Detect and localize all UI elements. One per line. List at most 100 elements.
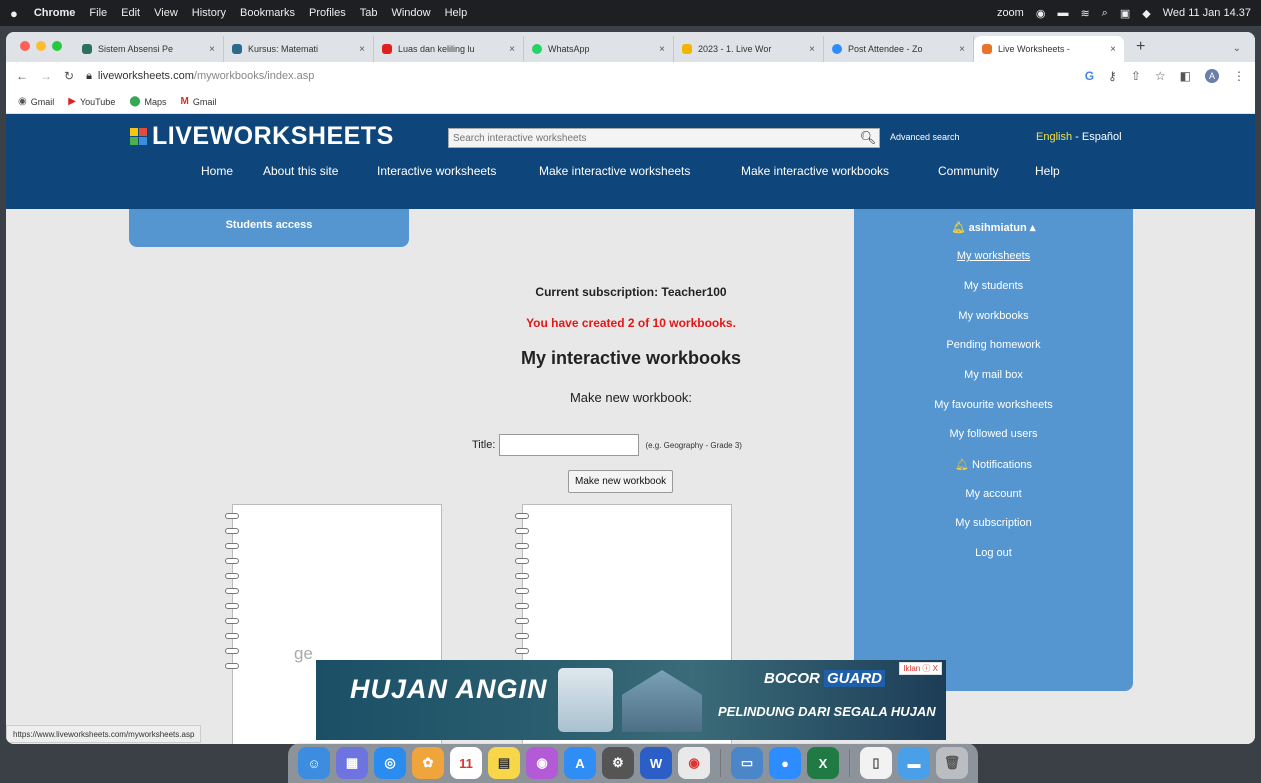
sidepanel-icon[interactable]: ◧	[1180, 69, 1191, 83]
profile-avatar-icon[interactable]: A	[1205, 69, 1219, 83]
sidebar-followed-users[interactable]: My followed users	[854, 428, 1133, 440]
nav-about[interactable]: About this site	[263, 164, 338, 178]
advanced-search-link[interactable]: Advanced search	[890, 132, 960, 142]
launchpad-icon[interactable]: ▦	[336, 747, 368, 779]
new-tab-icon[interactable]: +	[1136, 38, 1145, 56]
chrome-icon[interactable]: ◉	[678, 747, 710, 779]
tab-close-icon[interactable]: ×	[809, 44, 815, 55]
lang-spanish-link[interactable]: Español	[1082, 131, 1122, 143]
menu-edit[interactable]: Edit	[121, 7, 140, 19]
spotlight-icon[interactable]: ⌕	[1102, 7, 1108, 20]
tab-whatsapp[interactable]: WhatsApp ×	[524, 36, 674, 62]
ad-banner[interactable]: HUJAN ANGIN BOCOR GUARD PELINDUNG DARI S…	[316, 660, 946, 740]
preview-icon[interactable]: ▭	[731, 747, 763, 779]
sidebar-favourite-worksheets[interactable]: My favourite worksheets	[854, 399, 1133, 411]
system-settings-icon[interactable]: ⚙	[602, 747, 634, 779]
make-new-workbook-button[interactable]: Make new workbook	[568, 470, 674, 493]
menu-file[interactable]: File	[89, 7, 107, 19]
safari-icon[interactable]: ◎	[374, 747, 406, 779]
bookmark-youtube[interactable]: ▶ YouTube	[68, 96, 115, 107]
nav-make-worksheets[interactable]: Make interactive worksheets	[539, 164, 690, 178]
sidebar-my-workbooks[interactable]: My workbooks	[854, 310, 1133, 322]
tab-close-icon[interactable]: ×	[359, 44, 365, 55]
calendar-icon[interactable]: 11	[450, 747, 482, 779]
key-icon[interactable]: ⚷	[1108, 69, 1117, 83]
tab-kursus-matematika[interactable]: Kursus: Matemati ×	[224, 36, 374, 62]
sidebar-my-students[interactable]: My students	[854, 280, 1133, 292]
reload-icon[interactable]: ↻	[64, 69, 74, 83]
sidebar-log-out[interactable]: Log out	[854, 547, 1133, 559]
bookmark-gmail[interactable]: ◉ Gmail	[18, 96, 54, 107]
tab-close-icon[interactable]: ×	[959, 44, 965, 55]
menu-help[interactable]: Help	[445, 7, 468, 19]
nav-interactive-worksheets[interactable]: Interactive worksheets	[377, 164, 496, 178]
word-icon[interactable]: W	[640, 747, 672, 779]
forward-icon[interactable]: →	[40, 69, 52, 83]
excel-icon[interactable]: X	[807, 747, 839, 779]
sidebar-my-subscription[interactable]: My subscription	[854, 517, 1133, 529]
bookmark-gmail-2[interactable]: M Gmail	[181, 96, 217, 107]
sidebar-my-account[interactable]: My account	[854, 488, 1133, 500]
finder-icon[interactable]: ☺	[298, 747, 330, 779]
zoom-app-icon[interactable]: ●	[769, 747, 801, 779]
apple-icon[interactable]: ●	[10, 6, 18, 21]
sidebar-my-mail-box[interactable]: My mail box	[854, 369, 1133, 381]
downloads-folder-icon[interactable]: ▬	[898, 747, 930, 779]
record-icon[interactable]: ◉	[1036, 7, 1046, 20]
ad-close-button[interactable]: Iklan ⓘ X	[899, 662, 942, 675]
nav-community[interactable]: Community	[938, 164, 999, 178]
lang-english-link[interactable]: English	[1036, 131, 1072, 143]
bookmark-maps[interactable]: ⬤ Maps	[129, 96, 166, 107]
zoom-status[interactable]: zoom	[997, 7, 1024, 19]
tab-close-icon[interactable]: ×	[509, 44, 515, 55]
workbook-title-input[interactable]	[499, 434, 640, 456]
trash-icon[interactable]: 🗑︎	[936, 747, 968, 779]
tab-post-attendee-zoom[interactable]: Post Attendee - Zo ×	[824, 36, 974, 62]
notes-icon[interactable]: ▤	[488, 747, 520, 779]
maximize-window-icon[interactable]	[52, 41, 62, 51]
menu-window[interactable]: Window	[391, 7, 430, 19]
tab-youtube-luas[interactable]: Luas dan keliling lu ×	[374, 36, 524, 62]
document-icon[interactable]: ▯	[860, 747, 892, 779]
wifi-icon[interactable]: ≋	[1080, 7, 1089, 20]
tab-search-chevron-icon[interactable]: ⌄	[1233, 43, 1241, 54]
tab-live-worksheets-active[interactable]: Live Worksheets - ×	[974, 36, 1124, 62]
tab-live-worksheets-drive[interactable]: 2023 - 1. Live Wor ×	[674, 36, 824, 62]
menu-app-chrome[interactable]: Chrome	[34, 7, 76, 19]
close-window-icon[interactable]	[20, 41, 30, 51]
photos-icon[interactable]: ✿	[412, 747, 444, 779]
lock-icon[interactable]: 🔒︎	[86, 70, 92, 83]
tab-sistem-absensi[interactable]: Sistem Absensi Pe ×	[74, 36, 224, 62]
siri-icon[interactable]: ◆	[1142, 7, 1150, 20]
nav-make-workbooks[interactable]: Make interactive workbooks	[741, 164, 889, 178]
app-store-icon[interactable]: A	[564, 747, 596, 779]
kebab-menu-icon[interactable]: ⋮	[1233, 69, 1245, 83]
students-access-button[interactable]: Students access	[129, 209, 409, 247]
sidebar-my-worksheets[interactable]: My worksheets	[854, 250, 1133, 262]
tab-close-icon[interactable]: ×	[1110, 44, 1116, 55]
clock[interactable]: Wed 11 Jan 14.37	[1163, 7, 1251, 19]
battery-icon[interactable]: ▬	[1057, 7, 1068, 19]
minimize-window-icon[interactable]	[36, 41, 46, 51]
tab-close-icon[interactable]: ×	[209, 44, 215, 55]
back-icon[interactable]: ←	[16, 69, 28, 83]
menu-view[interactable]: View	[154, 7, 178, 19]
sidebar-pending-homework[interactable]: Pending homework	[854, 339, 1133, 351]
user-menu-toggle[interactable]: 🔔︎ asihmiatun ▴	[854, 221, 1133, 234]
site-logo[interactable]: LIVEWORKSHEETS	[130, 122, 394, 151]
search-icon[interactable]: 🔍︎	[857, 130, 879, 146]
nav-help[interactable]: Help	[1035, 164, 1060, 178]
menu-tab[interactable]: Tab	[360, 7, 378, 19]
address-bar[interactable]: 🔒︎ liveworksheets.com/myworkbooks/index.…	[86, 70, 314, 83]
nav-home[interactable]: Home	[201, 164, 233, 178]
menu-bookmarks[interactable]: Bookmarks	[240, 7, 295, 19]
google-icon[interactable]: G	[1085, 69, 1094, 83]
menu-history[interactable]: History	[192, 7, 226, 19]
control-center-icon[interactable]: ▣	[1120, 7, 1130, 20]
search-input[interactable]	[449, 129, 857, 147]
share-icon[interactable]: ⇧	[1131, 69, 1141, 83]
bookmark-star-icon[interactable]: ☆	[1155, 69, 1166, 83]
menu-profiles[interactable]: Profiles	[309, 7, 346, 19]
sidebar-notifications[interactable]: 🔔︎ Notifications	[854, 458, 1133, 471]
podcasts-icon[interactable]: ◉	[526, 747, 558, 779]
